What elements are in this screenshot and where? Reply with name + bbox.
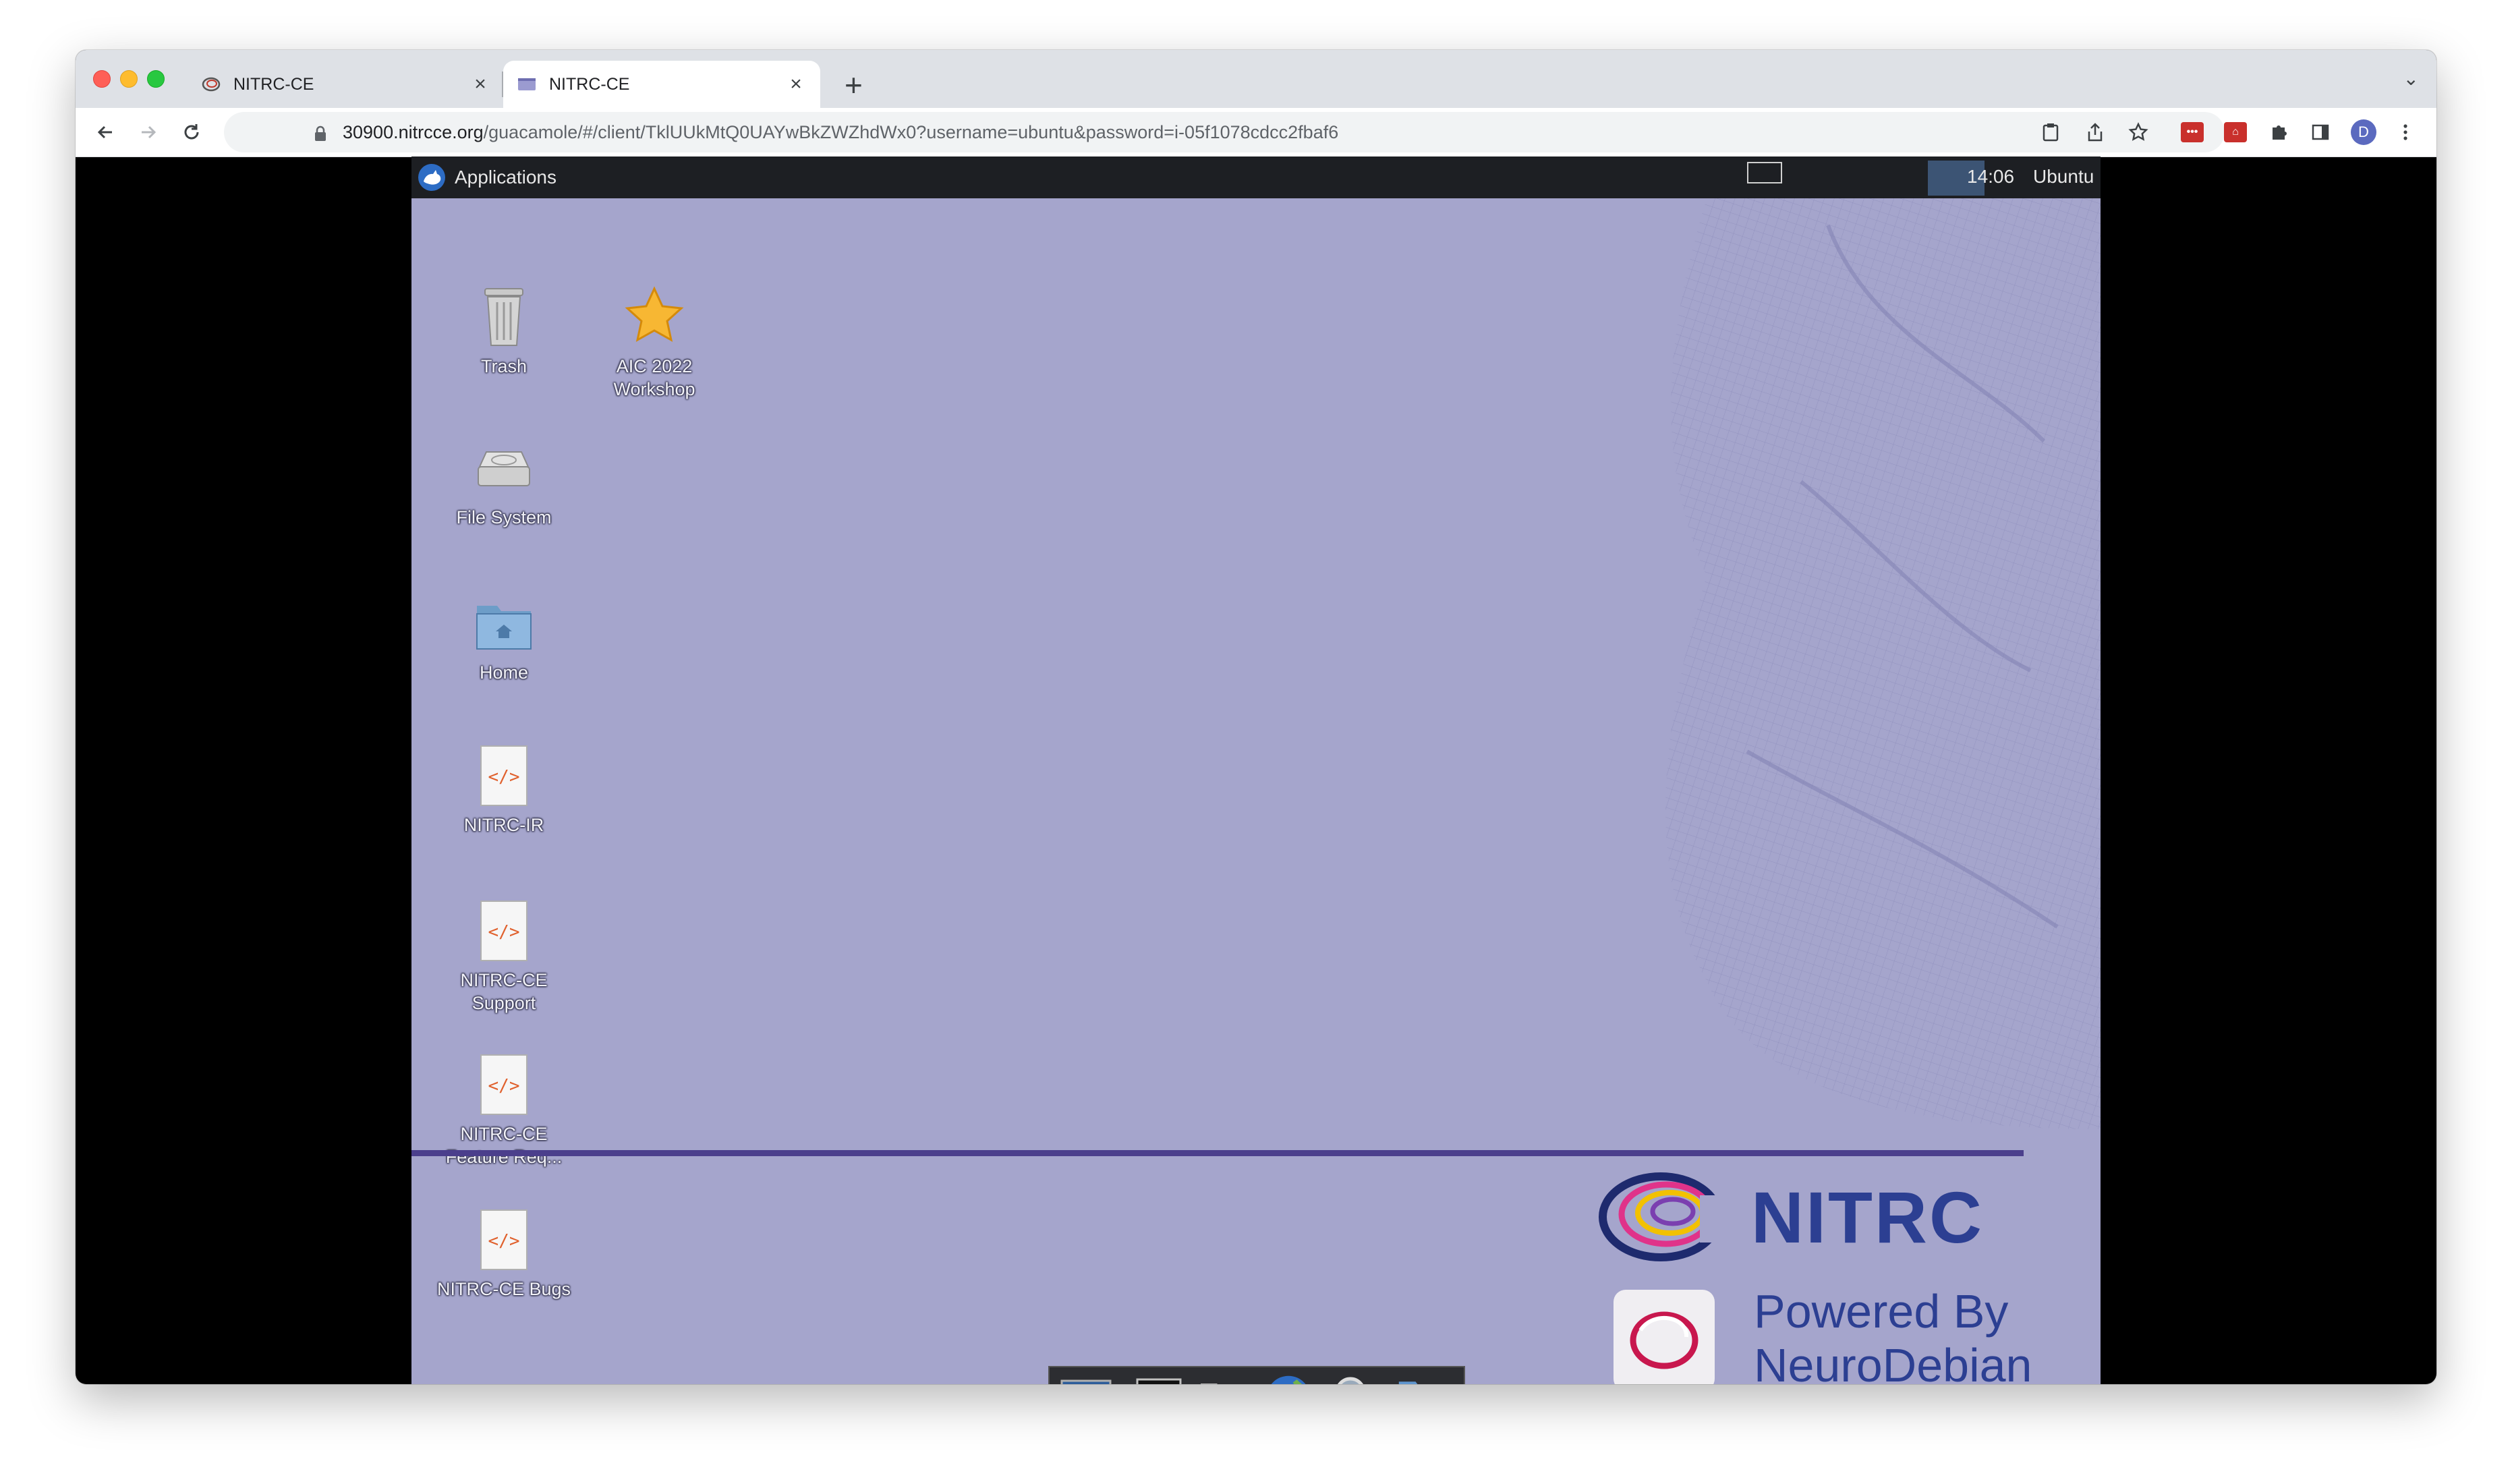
close-window-button[interactable] (93, 70, 111, 88)
bookmark-star-icon[interactable] (2125, 119, 2152, 146)
applications-label: Applications (455, 167, 556, 188)
svg-text:</>: </> (488, 767, 520, 787)
star-icon (625, 286, 684, 342)
search-icon[interactable] (1329, 1372, 1383, 1384)
home-folder-icon[interactable] (1198, 1372, 1252, 1384)
powered-by-line: Powered By (1754, 1285, 2009, 1338)
desktop-icon-aic-2022-workshop[interactable]: AIC 2022 Workshop (594, 285, 715, 401)
html-file-icon: </> (480, 745, 527, 806)
address-bar[interactable]: 30900.nitrcce.org/guacamole/#/client/Tkl… (224, 112, 2225, 152)
desktop-icon-label: Home (479, 662, 529, 683)
forward-button[interactable] (132, 116, 165, 148)
wallpaper-divider-line (411, 1150, 2024, 1156)
tab-search-button[interactable]: ⌄ (2403, 67, 2419, 90)
tab-nitrc-ce-1[interactable]: NITRC-CE × (188, 61, 505, 108)
panel-username[interactable]: Ubuntu (2033, 166, 2094, 188)
minimize-window-button[interactable] (120, 70, 138, 88)
desktop-icon-trash[interactable]: Trash (443, 285, 565, 378)
url-host: 30900.nitrcce.org (343, 122, 484, 142)
xfce-mouse-icon (418, 164, 445, 191)
lock-icon (315, 125, 326, 141)
desktop-icon-label: AIC 2022 Workshop (613, 356, 695, 399)
browser-window: NITRC-CE × NITRC-CE × + ⌄ 30900.nitrcce.… (76, 50, 2436, 1384)
panel-clock: 14:06 (1967, 166, 2015, 187)
forward-arrow-icon (142, 125, 156, 139)
url-text: 30900.nitrcce.org/guacamole/#/client/Tkl… (343, 121, 1338, 143)
extensions-puzzle-icon[interactable] (2265, 119, 2292, 146)
profile-avatar[interactable]: D (2350, 119, 2377, 146)
svg-text:</>: </> (488, 922, 520, 942)
neurodebian-line: NeuroDebian (1754, 1339, 2032, 1384)
desktop-icon-label: Trash (480, 356, 527, 376)
tab-nitrc-ce-2[interactable]: NITRC-CE × (503, 61, 820, 108)
share-icon[interactable] (2082, 119, 2109, 146)
side-panel-icon[interactable] (2307, 119, 2334, 146)
neurodebian-logo (1614, 1290, 1715, 1384)
nitrc-swirl-icon (202, 77, 221, 92)
html-file-icon: </> (480, 1054, 527, 1115)
tab-title: NITRC-CE (233, 74, 314, 94)
desktop-icon-label: NITRC-IR (463, 815, 544, 835)
terminal-icon[interactable]: $_ (1132, 1372, 1186, 1384)
guacamole-desktop-icon (518, 78, 536, 90)
web-browser-icon[interactable] (1263, 1372, 1317, 1384)
extension-lastpass-icon[interactable]: ••• (2179, 119, 2206, 146)
tab-title: NITRC-CE (549, 74, 630, 94)
powered-by-neurodebian: Powered By NeuroDebian (1754, 1284, 2032, 1384)
nitrc-swirl-logo (1599, 1172, 1734, 1261)
url-path: /guacamole/#/client/TklUUkMtQ0UAYwBkZWZh… (483, 122, 1339, 142)
desktop-icon-nitrc-ce-support[interactable]: </> NITRC-CE Support (443, 898, 565, 1015)
desktop-icon-file-system[interactable]: File System (443, 440, 565, 529)
html-file-icon: </> (480, 1209, 527, 1270)
tab-strip: NITRC-CE × NITRC-CE × + ⌄ (76, 50, 2436, 108)
close-tab-button[interactable]: × (785, 73, 807, 96)
svg-text:</>: </> (488, 1076, 520, 1096)
brain-mesh-wallpaper (1665, 198, 2101, 1129)
profile-initial: D (2351, 119, 2376, 145)
window-button[interactable] (1747, 162, 1782, 183)
clipboard-icon[interactable] (2037, 119, 2064, 146)
browser-toolbar: 30900.nitrcce.org/guacamole/#/client/Tkl… (76, 108, 2436, 157)
remote-desktop[interactable]: Applications 14:06 Ubuntu Trash AIC 2022… (411, 156, 2101, 1384)
show-desktop-icon[interactable] (1059, 1372, 1113, 1384)
applications-menu-button[interactable]: Applications (417, 162, 556, 193)
nitrc-wordmark: NITRC (1751, 1176, 1984, 1258)
desktop-icon-label: File System (456, 507, 552, 527)
reload-icon (184, 124, 199, 140)
desktop-icon-nitrc-ir[interactable]: </> NITRC-IR (443, 743, 565, 836)
extension-zotero-icon[interactable]: ⌂ (2222, 119, 2249, 146)
folder-icon[interactable] (1396, 1372, 1450, 1384)
maximize-window-button[interactable] (147, 70, 165, 88)
trash-icon (484, 288, 523, 346)
reload-button[interactable] (175, 116, 208, 148)
desktop-icon-label: NITRC-CE Support (460, 970, 548, 1013)
back-button[interactable] (89, 116, 121, 148)
debian-swirl-icon (1630, 1311, 1699, 1369)
more-menu-icon[interactable] (2392, 119, 2419, 146)
svg-text:</>: </> (488, 1231, 520, 1251)
home-folder-icon (476, 606, 532, 650)
desktop-icon-label: NITRC-CE Bugs (436, 1279, 571, 1299)
desktop-icon-label: NITRC-CE Feature Req... (445, 1124, 563, 1167)
drive-icon (478, 451, 530, 486)
html-file-icon: </> (480, 901, 527, 961)
back-arrow-icon (97, 125, 112, 139)
desktop-icon-home[interactable]: Home (443, 595, 565, 684)
desktop-icon-nitrc-ce-bugs[interactable]: </> NITRC-CE Bugs (437, 1207, 571, 1301)
xfce-top-panel: Applications 14:06 Ubuntu (411, 156, 2101, 198)
close-tab-button[interactable]: × (469, 73, 491, 96)
new-tab-button[interactable]: + (845, 65, 863, 105)
